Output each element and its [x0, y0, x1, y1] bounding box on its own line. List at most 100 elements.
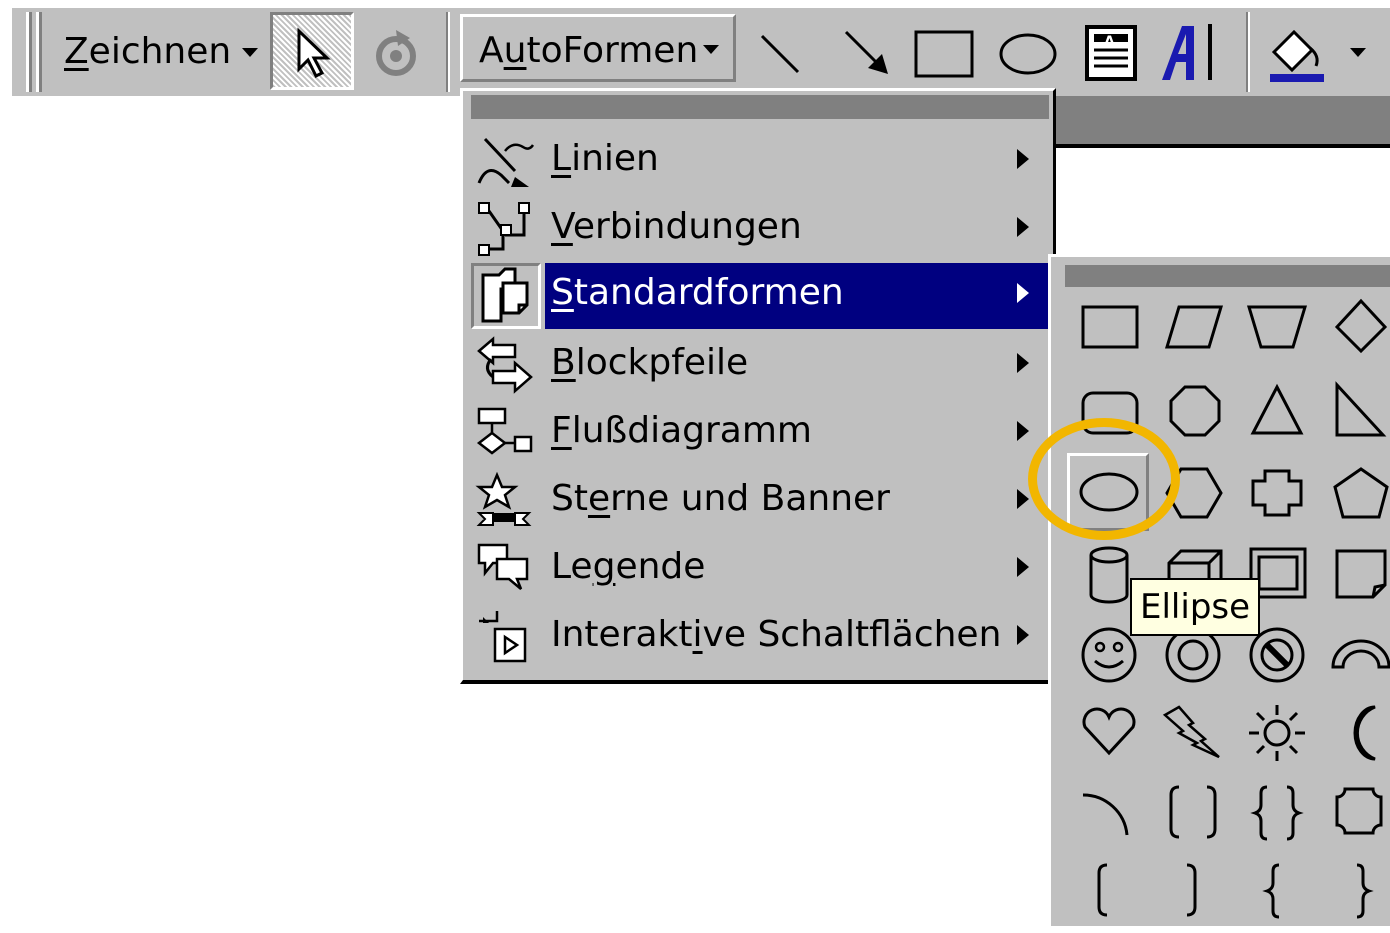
parallelogram-shape-icon — [1164, 305, 1224, 349]
shape-plaque-button[interactable] — [1317, 777, 1390, 855]
menu-item-stars-banners[interactable]: Sterne und Banner — [471, 469, 1051, 531]
shape-rectangle-button[interactable] — [1067, 291, 1149, 369]
autoshapes-label: AutoFormen — [479, 30, 699, 71]
plaque-shape-icon — [1335, 787, 1383, 835]
shape-pentagon-button[interactable] — [1317, 457, 1390, 535]
shape-heart-button[interactable] — [1067, 697, 1149, 775]
tooltip-text: Ellipse — [1140, 587, 1251, 627]
shape-isosceles-triangle-button[interactable] — [1235, 375, 1317, 453]
menu-item-block-arrows[interactable]: Blockpfeile — [471, 333, 1051, 395]
submenu-arrow-icon — [1017, 217, 1029, 237]
left-bracket-shape-icon — [1097, 863, 1108, 917]
connectors-icon — [478, 202, 530, 256]
isosceles-triangle-shape-icon — [1250, 383, 1304, 435]
toolbar-grip[interactable] — [36, 12, 42, 92]
submenu-arrow-icon — [1017, 149, 1029, 169]
folded-corner-shape-icon — [1335, 549, 1387, 599]
menu-item-action-buttons[interactable]: Interaktive Schaltflächen — [471, 605, 1051, 667]
lines-icon — [477, 137, 535, 187]
cross-shape-icon — [1251, 469, 1303, 517]
shape-right-bracket-button[interactable] — [1151, 855, 1233, 933]
shape-left-bracket-button[interactable] — [1067, 855, 1149, 933]
menu-item-label: Verbindungen — [551, 206, 802, 247]
shape-arc-button[interactable] — [1067, 777, 1149, 855]
chevron-down-icon — [242, 48, 258, 57]
draw-menu-button[interactable]: Zeichnen — [64, 32, 231, 72]
shape-lightning-bolt-button[interactable] — [1151, 697, 1233, 775]
moon-shape-icon — [1353, 705, 1376, 761]
arc-shape-icon — [1082, 793, 1129, 836]
pentagon-shape-icon — [1333, 467, 1389, 519]
lightning-bolt-shape-icon — [1162, 705, 1220, 759]
menu-item-label: Blockpfeile — [551, 342, 749, 383]
submenu-arrow-icon — [1017, 421, 1029, 441]
toolbar-grip[interactable] — [26, 12, 32, 92]
document-divider — [1056, 144, 1390, 148]
line-icon[interactable] — [756, 30, 804, 78]
shape-trapezoid-button[interactable] — [1235, 291, 1317, 369]
shape-folded-corner-button[interactable] — [1317, 539, 1390, 617]
shape-right-triangle-button[interactable] — [1317, 375, 1390, 453]
action-buttons-icon — [479, 611, 527, 663]
submenu-arrow-icon — [1017, 625, 1029, 645]
flowchart-icon — [476, 407, 533, 455]
select-objects-button[interactable] — [270, 12, 354, 90]
shape-double-brace-button[interactable] — [1235, 777, 1317, 855]
select-objects-icon — [297, 27, 331, 79]
text-box-icon[interactable]: A — [1084, 24, 1138, 82]
chevron-down-icon[interactable] — [1350, 48, 1366, 58]
tooltip: Ellipse — [1130, 578, 1261, 636]
octagon-shape-icon — [1169, 385, 1221, 437]
free-rotate-icon[interactable] — [368, 26, 424, 82]
shape-sun-button[interactable] — [1235, 697, 1317, 775]
menu-item-label: Linien — [551, 138, 659, 179]
menu-item-label: Flußdiagramm — [551, 410, 812, 451]
fill-color-icon[interactable] — [1266, 22, 1328, 86]
right-triangle-shape-icon — [1335, 381, 1387, 437]
menu-item-callouts[interactable]: Legende — [471, 537, 1051, 599]
menu-item-lines[interactable]: Linien — [471, 129, 1051, 191]
menu-item-basic-shapes[interactable]: Standardformen — [471, 263, 1051, 329]
double-brace-shape-icon — [1250, 785, 1304, 841]
menu-item-connectors[interactable]: Verbindungen — [471, 197, 1051, 259]
shape-left-brace-button[interactable] — [1235, 855, 1317, 933]
draw-menu-label: Zeichnen — [64, 31, 232, 72]
menu-item-label: Legende — [551, 546, 706, 587]
submenu-arrow-icon — [1017, 489, 1029, 509]
shape-block-arc-button[interactable] — [1317, 619, 1390, 697]
diamond-shape-icon — [1334, 298, 1388, 354]
shape-cross-button[interactable] — [1235, 457, 1317, 535]
menu-item-label: Standardformen — [551, 272, 844, 313]
submenu-drag-bar[interactable] — [1065, 265, 1390, 287]
autoshapes-menu-button[interactable]: AutoFormen — [460, 14, 736, 82]
right-brace-shape-icon — [1356, 863, 1374, 919]
menu-item-flowchart[interactable]: Flußdiagramm — [471, 401, 1051, 463]
toolbar-separator — [1246, 12, 1250, 92]
highlight-ring — [1028, 418, 1180, 540]
basic-shapes-icon — [481, 267, 529, 323]
menu-item-label: Interaktive Schaltflächen — [551, 614, 1002, 655]
drawing-toolbar: Zeichnen AutoFormen A — [12, 8, 1390, 96]
double-bracket-shape-icon — [1169, 785, 1217, 839]
left-brace-shape-icon — [1262, 863, 1280, 919]
right-bracket-shape-icon — [1186, 863, 1197, 917]
oval-icon[interactable] — [998, 32, 1058, 76]
arrow-icon[interactable] — [842, 28, 894, 80]
shape-diamond-button[interactable] — [1317, 291, 1390, 369]
rectangle-shape-icon — [1081, 305, 1139, 349]
heart-shape-icon — [1082, 707, 1136, 756]
shape-parallelogram-button[interactable] — [1151, 291, 1233, 369]
stars-banners-icon — [475, 471, 532, 526]
shape-double-bracket-button[interactable] — [1151, 777, 1233, 855]
submenu-arrow-icon — [1017, 557, 1029, 577]
rectangle-icon[interactable] — [914, 30, 976, 80]
callouts-icon — [477, 543, 529, 590]
block-arc-shape-icon — [1331, 639, 1390, 669]
wordart-icon[interactable] — [1160, 20, 1222, 86]
shape-moon-button[interactable] — [1317, 697, 1390, 775]
autoshapes-menu: Linien Verbindungen Standardformen Block… — [460, 88, 1056, 684]
shape-right-brace-button[interactable] — [1317, 855, 1390, 933]
sun-shape-icon — [1249, 705, 1305, 761]
menu-drag-bar[interactable] — [471, 95, 1049, 119]
trapezoid-shape-icon — [1246, 305, 1308, 349]
